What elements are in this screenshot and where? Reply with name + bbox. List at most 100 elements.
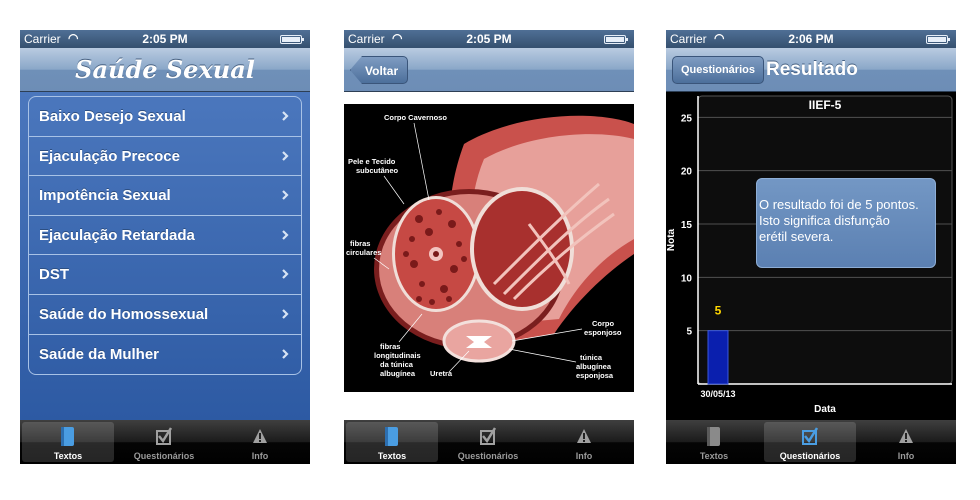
chevron-right-icon — [282, 150, 289, 161]
screen-saude-sexual: Carrier ◠ 2:05 PM Saúde Sexual Baixo Des… — [20, 30, 310, 464]
x-axis-title: Data — [814, 404, 836, 415]
tab-label: Textos — [53, 451, 83, 461]
tab-info[interactable]: Info — [860, 422, 952, 462]
clock: 2:05 PM — [142, 32, 188, 46]
y-tick-label: 5 — [686, 327, 692, 338]
questionarios-button[interactable]: Questionários — [672, 56, 764, 84]
y-tick-label: 25 — [681, 113, 693, 124]
tab-info[interactable]: Info — [214, 422, 306, 462]
chevron-right-icon — [282, 309, 289, 319]
tab-label: Info — [897, 451, 915, 461]
warning-icon — [253, 429, 267, 443]
list-item-ejaculacao-retardada[interactable]: Ejaculação Retardada — [29, 216, 301, 256]
list-item-label: Saúde da Mulher — [39, 345, 160, 363]
book-icon — [707, 427, 720, 446]
label-corpo-cavernoso: Corpo Cavernoso — [384, 113, 447, 122]
label-fibras-circ-1: fibras — [350, 239, 370, 248]
label-fibras-long-2: longitudinais — [374, 351, 421, 360]
x-tick-label: 30/05/13 — [700, 389, 735, 399]
y-tick-label: 20 — [681, 167, 693, 178]
tab-bar: Textos Questionários Info — [344, 420, 634, 464]
label-pele-1: Pele e Tecido — [348, 157, 396, 166]
screen-illustration: Carrier ◠ 2:05 PM Voltar Corpo Cavernoso… — [344, 30, 634, 464]
tab-bar: Textos Questionários Info — [666, 420, 956, 464]
back-button[interactable]: Voltar — [350, 56, 409, 84]
tab-textos[interactable]: Textos — [668, 422, 760, 462]
list-item-label: Saúde do Homossexual — [39, 305, 209, 323]
chevron-right-icon — [282, 190, 289, 200]
label-fibras-long-1: fibras — [380, 342, 400, 351]
checkbox-icon — [480, 427, 497, 445]
chevron-right-icon — [282, 230, 289, 240]
list-item-ejaculacao-precoce[interactable]: Ejaculação Precoce — [29, 137, 301, 177]
y-tick-label: 10 — [681, 273, 693, 284]
app-title: Saúde Sexual — [75, 55, 255, 84]
list-item-label: Baixo Desejo Sexual — [39, 108, 186, 125]
label-tunica-3: esponjosa — [576, 371, 614, 380]
list-item-impotencia[interactable]: Impotência Sexual — [29, 176, 301, 216]
list-item-saude-homossexual[interactable]: Saúde do Homossexual — [29, 295, 301, 335]
tooltip-line-1: O resultado foi de 5 pontos. — [759, 197, 919, 212]
clock: 2:06 PM — [788, 32, 834, 46]
tab-label: Info — [251, 451, 269, 461]
tab-bar: Textos Questionários Info — [20, 420, 310, 464]
battery-icon — [604, 35, 628, 44]
status-bar: Carrier ◠ 2:05 PM — [20, 30, 310, 48]
clock: 2:05 PM — [466, 32, 512, 46]
label-corpo-esp-1: Corpo — [592, 319, 614, 328]
anatomy-illustration: Corpo Cavernoso Pele e Tecido subcutâneo… — [344, 104, 634, 392]
tooltip-line-2: Isto significa disfunção — [759, 213, 890, 228]
tab-label: Textos — [377, 451, 407, 461]
list-item-saude-mulher[interactable]: Saúde da Mulher — [29, 335, 301, 375]
status-bar: Carrier ◠ 2:05 PM — [344, 30, 634, 48]
tab-label: Questionários — [779, 451, 841, 461]
screen-resultado: Carrier ◠ 2:06 PM Questionários Resultad… — [666, 30, 956, 464]
bar-data-label: 5 — [715, 304, 722, 318]
battery-icon — [926, 35, 950, 44]
chevron-right-icon — [282, 269, 289, 280]
checkbox-icon — [156, 427, 173, 445]
tab-questionarios[interactable]: Questionários — [442, 422, 534, 462]
page-title: Resultado — [766, 59, 858, 80]
tab-info[interactable]: Info — [538, 422, 630, 462]
topic-list: Baixo Desejo Sexual Ejaculação Precoce I… — [28, 96, 302, 376]
chevron-right-icon — [282, 111, 289, 121]
tab-label: Questionários — [133, 451, 195, 461]
list-item-baixo-desejo[interactable]: Baixo Desejo Sexual — [29, 97, 301, 137]
tab-textos[interactable]: Textos — [346, 422, 438, 462]
nav-bar: Saúde Sexual — [20, 48, 310, 92]
tab-label: Questionários — [457, 451, 519, 461]
label-fibras-long-3: da túnica — [380, 360, 414, 369]
bar — [707, 330, 729, 385]
tab-label: Info — [575, 451, 593, 461]
tooltip-line-3: erétil severa. — [759, 229, 834, 244]
tab-textos[interactable]: Textos — [22, 422, 114, 462]
battery-icon — [280, 35, 304, 44]
list-item-label: DST — [39, 266, 69, 284]
y-tick-label: 15 — [681, 220, 693, 231]
list-item-label: Ejaculação Retardada — [39, 226, 195, 244]
list-item-dst[interactable]: DST — [29, 255, 301, 295]
result-tooltip: O resultado foi de 5 pontos. Isto signif… — [756, 178, 936, 268]
label-uretra: Uretra — [430, 369, 453, 378]
label-pele-2: subcutâneo — [356, 166, 399, 175]
warning-icon — [577, 429, 591, 443]
tab-questionarios[interactable]: Questionários — [118, 422, 210, 462]
chart-area: 5 10 15 20 25 IIEF-5 Data Nota 5 30/05/13 O resul… — [666, 92, 956, 420]
label-corpo-esp-2: esponjoso — [584, 328, 622, 337]
label-tunica-2: albugínea — [576, 362, 612, 371]
chevron-right-icon — [282, 348, 289, 359]
chart-title: IIEF-5 — [809, 98, 842, 112]
status-bar: Carrier ◠ 2:06 PM — [666, 30, 956, 48]
tab-label: Textos — [699, 451, 729, 461]
tab-questionarios[interactable]: Questionários — [764, 422, 856, 462]
checkbox-icon — [802, 427, 819, 445]
label-fibras-long-4: albugínea — [380, 369, 416, 378]
book-icon — [61, 427, 74, 446]
y-axis-title: Nota — [666, 228, 677, 251]
label-fibras-circ-2: circulares — [346, 248, 381, 257]
nav-bar: Voltar — [344, 48, 634, 92]
label-tunica-1: túnica — [580, 353, 603, 362]
book-icon — [385, 427, 398, 446]
content-area: Baixo Desejo Sexual Ejaculação Precoce I… — [20, 92, 310, 420]
